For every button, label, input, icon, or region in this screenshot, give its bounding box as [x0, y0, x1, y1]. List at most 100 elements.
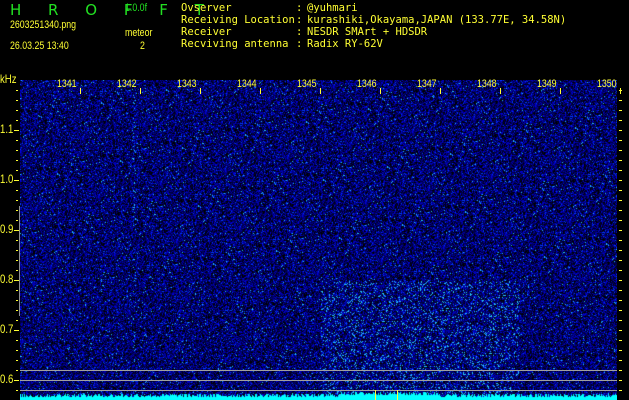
- threshold-line: [20, 390, 617, 391]
- y-minor-tick-right: [619, 330, 622, 331]
- y-axis-unit: kHz: [0, 72, 17, 86]
- y-minor-tick: [16, 320, 18, 321]
- y-tick-label: 0.8: [0, 272, 14, 286]
- y-minor-tick: [16, 310, 18, 311]
- x-tick: [380, 88, 381, 94]
- y-minor-tick-right: [619, 220, 622, 221]
- y-minor-tick-right: [619, 270, 622, 271]
- y-minor-tick-right: [619, 130, 622, 131]
- x-tick: [200, 88, 201, 94]
- threshold-line: [20, 370, 617, 371]
- info-label: Ovserver: [181, 2, 232, 14]
- y-minor-tick-right: [619, 300, 622, 301]
- y-minor-tick-right: [619, 240, 622, 241]
- x-tick-label: 1347: [417, 78, 437, 90]
- y-minor-tick: [16, 370, 18, 371]
- y-minor-tick: [16, 230, 18, 231]
- x-tick-label: 1348: [477, 78, 497, 90]
- info-label: Receiving Location: [181, 14, 295, 26]
- y-tick-label: 0.7: [0, 322, 14, 336]
- y-minor-tick: [16, 240, 18, 241]
- x-tick: [320, 88, 321, 94]
- y-minor-tick: [16, 130, 18, 131]
- y-minor-tick: [16, 220, 18, 221]
- y-minor-tick-right: [619, 90, 622, 91]
- y-minor-tick-right: [619, 350, 622, 351]
- info-value: Radix RY-62V: [307, 38, 383, 50]
- y-minor-tick-right: [619, 360, 622, 361]
- y-minor-tick: [16, 340, 18, 341]
- y-minor-tick-right: [619, 390, 622, 391]
- y-minor-tick-right: [619, 370, 622, 371]
- y-minor-tick: [16, 290, 18, 291]
- datetime-label: 26.03.25 13:40: [10, 40, 69, 52]
- y-minor-tick-right: [619, 380, 622, 381]
- info-label: Recviving antenna: [181, 38, 289, 50]
- y-minor-tick: [16, 200, 18, 201]
- y-minor-tick-right: [619, 340, 622, 341]
- y-minor-tick-right: [619, 280, 622, 281]
- meteor-count: 2: [140, 40, 145, 52]
- meteor-marker: [375, 390, 376, 400]
- y-minor-tick: [16, 360, 18, 361]
- x-tick: [560, 88, 561, 94]
- y-minor-tick: [16, 160, 18, 161]
- y-minor-tick-right: [619, 320, 622, 321]
- x-tick: [140, 88, 141, 94]
- y-minor-tick: [16, 140, 18, 141]
- scroll-indicator: [19, 206, 20, 316]
- y-minor-tick-right: [619, 230, 622, 231]
- y-minor-tick-right: [619, 250, 622, 251]
- y-tick-label: 1.0: [0, 172, 14, 186]
- x-tick-label: 1342: [117, 78, 137, 90]
- y-tick-label: 0.6: [0, 372, 14, 386]
- y-minor-tick: [16, 390, 18, 391]
- info-colon: :: [296, 26, 303, 38]
- version-label: 1.0.0f: [125, 2, 148, 14]
- y-minor-tick: [16, 380, 18, 381]
- y-minor-tick: [16, 120, 18, 121]
- y-minor-tick: [16, 350, 18, 351]
- threshold-line: [20, 380, 617, 381]
- meteor-label: meteor: [125, 27, 153, 39]
- meteor-marker: [397, 390, 398, 400]
- y-minor-tick: [16, 110, 18, 111]
- y-minor-tick: [16, 280, 18, 281]
- y-minor-tick: [16, 250, 18, 251]
- y-minor-tick-right: [619, 160, 622, 161]
- waterfall-spectrogram: [20, 80, 617, 400]
- x-tick-label: 1344: [237, 78, 257, 90]
- y-minor-tick-right: [619, 310, 622, 311]
- x-tick: [260, 88, 261, 94]
- y-minor-tick: [16, 270, 18, 271]
- info-value: NESDR SMArt + HDSDR: [307, 26, 428, 38]
- y-minor-tick: [16, 260, 18, 261]
- y-minor-tick: [16, 180, 18, 181]
- info-colon: :: [296, 14, 303, 26]
- y-tick-label: 1.1: [0, 122, 14, 136]
- x-tick-label: 1341: [57, 78, 77, 90]
- y-minor-tick: [16, 300, 18, 301]
- filename-label: 2603251340.png: [10, 19, 77, 31]
- y-minor-tick: [16, 90, 18, 91]
- y-minor-tick-right: [619, 210, 622, 211]
- y-minor-tick: [16, 170, 18, 171]
- info-colon: :: [296, 2, 303, 14]
- y-minor-tick-right: [619, 150, 622, 151]
- info-value: @yuhmari: [307, 2, 358, 14]
- y-minor-tick: [16, 100, 18, 101]
- y-minor-tick: [16, 330, 18, 331]
- x-tick-label: 1349: [537, 78, 557, 90]
- x-tick-label: 1346: [357, 78, 377, 90]
- y-minor-tick-right: [619, 110, 622, 111]
- y-minor-tick-right: [619, 140, 622, 141]
- y-minor-tick: [16, 150, 18, 151]
- y-tick-label: 0.9: [0, 222, 14, 236]
- y-minor-tick: [16, 210, 18, 211]
- x-tick: [80, 88, 81, 94]
- x-tick-label: 1350: [597, 78, 617, 90]
- x-tick: [500, 88, 501, 94]
- y-minor-tick-right: [619, 290, 622, 291]
- y-minor-tick-right: [619, 120, 622, 121]
- x-tick: [440, 88, 441, 94]
